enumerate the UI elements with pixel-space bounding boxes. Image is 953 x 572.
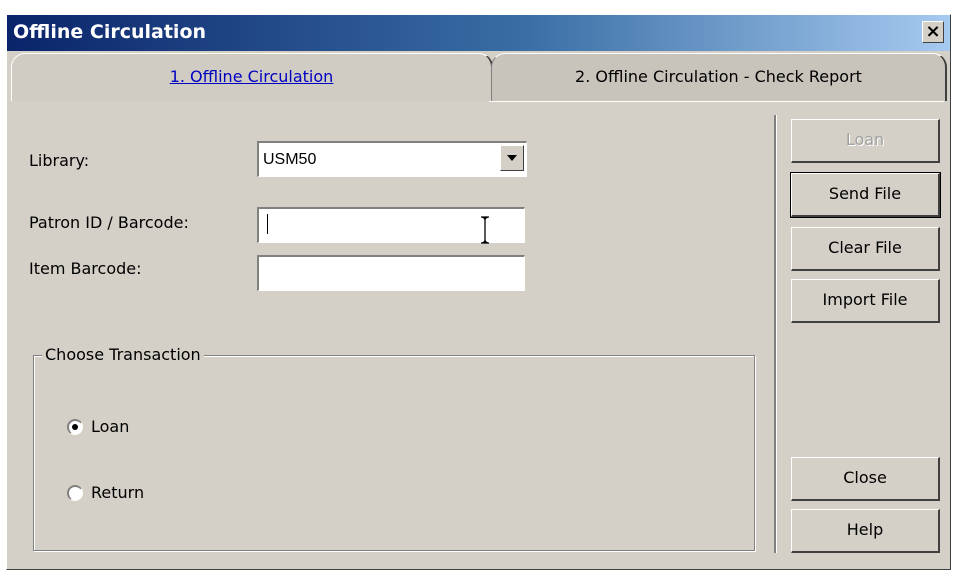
library-selected-value: USM50 <box>263 151 317 168</box>
radio-return-row[interactable]: Return <box>67 483 144 502</box>
vertical-divider <box>774 115 777 553</box>
library-select[interactable]: USM50 <box>257 141 527 177</box>
library-label: Library: <box>29 151 90 170</box>
help-button[interactable]: Help <box>791 509 940 553</box>
choose-transaction-legend: Choose Transaction <box>42 345 204 364</box>
close-icon[interactable]: × <box>922 21 944 43</box>
title-bar: Offline Circulation × <box>7 15 950 51</box>
tab-strip: 1. Offline Circulation 2. Offline Circul… <box>11 53 947 101</box>
radio-loan-row[interactable]: Loan <box>67 417 129 436</box>
clear-file-button[interactable]: Clear File <box>791 227 940 271</box>
radio-return[interactable] <box>67 484 83 501</box>
radio-return-label: Return <box>91 483 145 502</box>
item-barcode-label: Item Barcode: <box>29 259 142 278</box>
tab-offline-circulation[interactable]: 1. Offline Circulation <box>11 53 493 101</box>
tab-check-report[interactable]: 2. Offline Circulation - Check Report <box>491 53 947 101</box>
choose-transaction-group: Choose Transaction <box>33 345 755 551</box>
radio-loan-label: Loan <box>91 417 130 436</box>
text-caret <box>267 214 268 234</box>
window-title: Offline Circulation <box>13 21 207 43</box>
import-file-button[interactable]: Import File <box>791 279 940 323</box>
patron-id-label: Patron ID / Barcode: <box>29 213 189 232</box>
close-button[interactable]: Close <box>791 457 940 501</box>
offline-circulation-dialog: Offline Circulation × 1. Offline Circula… <box>6 14 951 570</box>
send-file-button[interactable]: Send File <box>790 172 941 218</box>
ibeam-cursor-icon <box>481 216 489 244</box>
tab-divider <box>489 101 944 102</box>
tab-offline-circulation-label: 1. Offline Circulation <box>169 67 334 86</box>
loan-button[interactable]: Loan <box>791 119 940 163</box>
tab-check-report-label: 2. Offline Circulation - Check Report <box>575 67 862 86</box>
radio-loan[interactable] <box>67 418 83 435</box>
item-barcode-input[interactable] <box>259 257 524 290</box>
patron-id-field[interactable] <box>257 207 525 244</box>
chevron-down-icon[interactable] <box>500 145 524 171</box>
item-barcode-field[interactable] <box>257 255 525 291</box>
